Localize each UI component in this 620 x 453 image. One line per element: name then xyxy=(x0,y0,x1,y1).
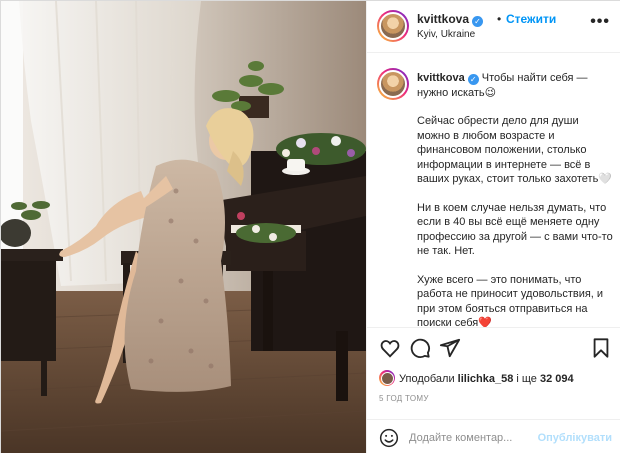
post-side-panel: kvittkova ✓ • Стежити Kyiv, Ukraine ••• k… xyxy=(366,1,620,453)
post-location[interactable]: Kyiv, Ukraine xyxy=(417,29,475,40)
caption-paragraph: Ни в коем случае нельзя думать, что если… xyxy=(417,201,613,258)
caption-text: kvittkova ✓ Чтобы найти себя — нужно иска… xyxy=(417,71,613,327)
likes-count[interactable]: 32 094 xyxy=(540,373,574,385)
comment-bar: Опублікувати xyxy=(367,419,620,453)
verified-badge-icon: ✓ xyxy=(467,74,479,85)
smiley-icon[interactable] xyxy=(379,428,399,448)
liker-avatar[interactable] xyxy=(379,370,395,386)
comment-input[interactable] xyxy=(409,428,549,448)
comment-icon[interactable] xyxy=(409,337,431,359)
post-caption: kvittkova ✓ Чтобы найти себя — нужно иска… xyxy=(367,53,620,327)
caption-paragraph: Сейчас обрести дело для души можно в люб… xyxy=(417,115,613,185)
author-username[interactable]: kvittkova xyxy=(417,12,469,26)
likes-summary: Уподобали lilichka_58 і ще 32 094 xyxy=(379,370,574,388)
post-actions-bar xyxy=(367,327,620,367)
instagram-post-window: kvittkova ✓ • Стежити Kyiv, Ukraine ••• k… xyxy=(0,0,620,453)
separator-dot: • xyxy=(497,12,502,26)
follow-button[interactable]: Стежити xyxy=(506,12,556,26)
caption-first-line: kvittkova ✓ Чтобы найти себя — нужно иска… xyxy=(417,71,613,100)
post-comment-button[interactable]: Опублікувати xyxy=(538,432,612,444)
post-photo[interactable] xyxy=(1,1,366,453)
caption-username[interactable]: kvittkova xyxy=(417,72,465,84)
verified-badge-icon: ✓ xyxy=(472,16,484,27)
likes-prefix: Уподобали xyxy=(399,373,455,385)
author-username-row[interactable]: kvittkova ✓ xyxy=(417,12,484,27)
bookmark-icon[interactable] xyxy=(590,337,612,359)
author-avatar[interactable] xyxy=(377,10,409,42)
post-header: kvittkova ✓ • Стежити Kyiv, Ukraine ••• xyxy=(367,1,620,53)
likes-suffix: і ще xyxy=(516,373,537,385)
post-timestamp[interactable]: 5 ГОД ТОМУ xyxy=(379,394,429,403)
more-options-icon[interactable]: ••• xyxy=(590,13,610,31)
share-icon[interactable] xyxy=(439,337,461,359)
caption-author-avatar[interactable] xyxy=(377,68,409,100)
heart-icon[interactable] xyxy=(379,337,401,359)
liker-username[interactable]: lilichka_58 xyxy=(458,373,514,385)
caption-paragraph: Хуже всего — это понимать, что работа не… xyxy=(417,273,604,328)
